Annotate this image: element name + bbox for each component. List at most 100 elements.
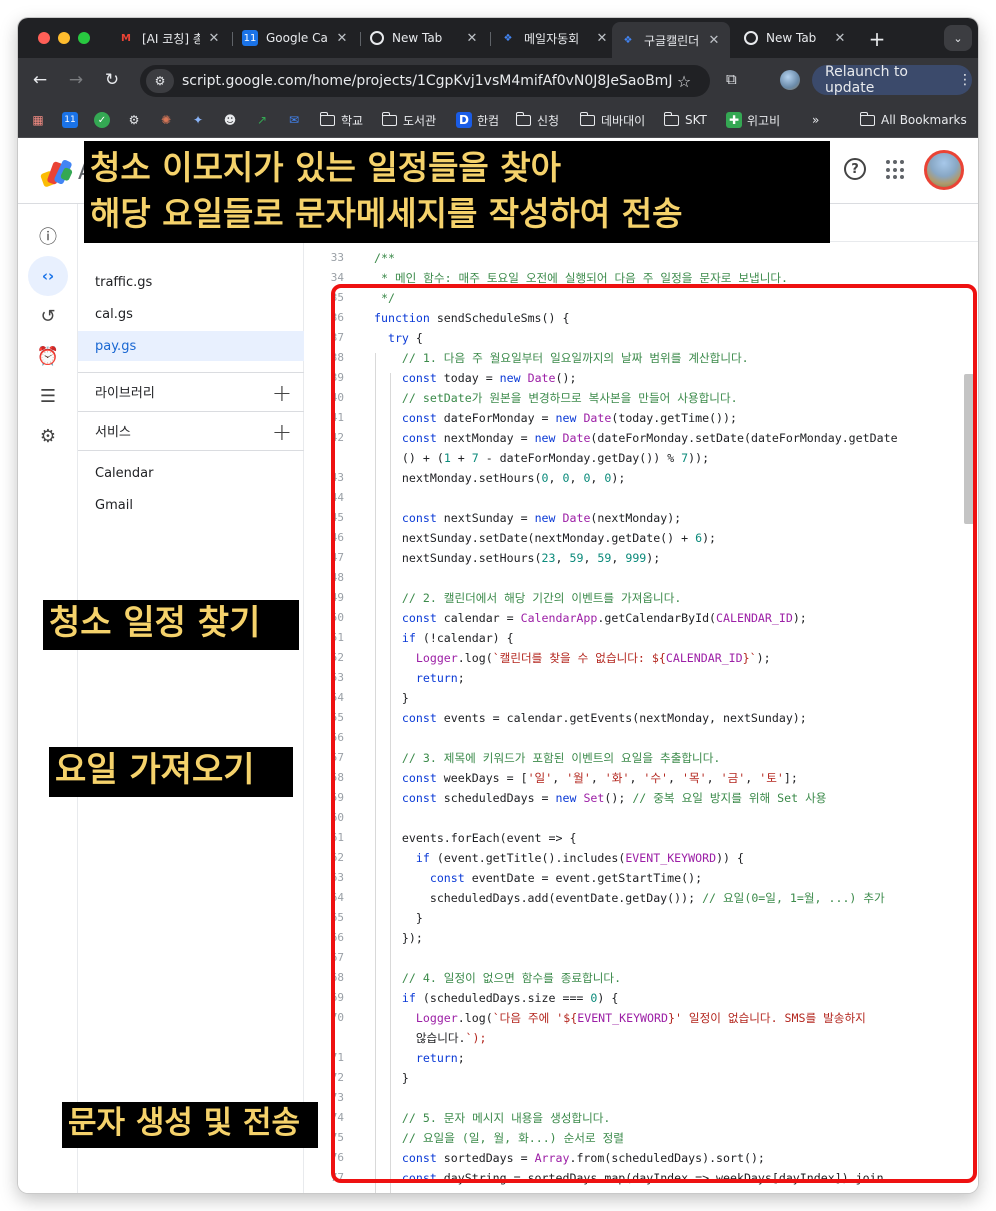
folder-icon: [579, 111, 595, 126]
close-icon[interactable]: ✕: [706, 33, 722, 48]
add-library-icon[interactable]: +: [272, 379, 292, 407]
folder-icon: [663, 111, 679, 126]
close-icon[interactable]: ✕: [464, 31, 480, 46]
url-text[interactable]: script.google.com/home/projects/1CgpKvj1…: [182, 73, 672, 89]
trend-icon: ↗: [256, 113, 268, 127]
add-service-icon[interactable]: +: [272, 418, 292, 446]
caption-get-weekdays: 요일 가져오기: [49, 747, 293, 797]
settings-gear-icon[interactable]: ⚙: [28, 416, 68, 456]
close-icon[interactable]: ✕: [832, 31, 848, 46]
file-item-cal[interactable]: cal.gs: [78, 299, 304, 329]
back-icon[interactable]: ←: [28, 68, 52, 92]
openai-icon: ⚙: [128, 113, 140, 127]
caption-create-send-sms: 문자 생성 및 전송: [62, 1102, 318, 1148]
tab-new-tab-2[interactable]: New Tab ✕: [736, 24, 856, 52]
chrome-icon: [370, 31, 384, 45]
mail-bookmark[interactable]: ✉: [286, 111, 307, 129]
more-vert-icon: ⋮: [958, 72, 972, 88]
calendar-icon: 11: [242, 30, 258, 46]
apps-script-icon: ❖: [503, 32, 513, 44]
file-item-pay[interactable]: pay.gs: [78, 331, 304, 361]
apps-script-icon: ❖: [623, 34, 633, 46]
maximize-window-icon[interactable]: [78, 32, 90, 44]
services-section: 서비스 +: [78, 411, 304, 449]
bookmark-star-icon[interactable]: ☆: [672, 72, 696, 91]
site-info-icon[interactable]: ⚙: [146, 69, 174, 93]
tab-mail-automation[interactable]: ❖ 메일자동회 ✕: [492, 24, 618, 52]
overview-icon[interactable]: ⓘ: [28, 216, 68, 256]
highlight-box: [331, 284, 977, 1183]
folder-icon: [381, 111, 397, 126]
browser-toolbar: ← → ↻ ⚙ script.google.com/home/projects/…: [18, 58, 978, 102]
openai-bookmark[interactable]: ⚙: [126, 111, 147, 129]
apps-grid-icon: ▦: [32, 113, 44, 127]
face-bookmark[interactable]: ☻: [222, 111, 243, 129]
folder-icon: [319, 111, 335, 126]
gmail-icon: M: [121, 32, 131, 44]
close-icon[interactable]: ✕: [334, 31, 350, 46]
history-icon[interactable]: ↺: [28, 296, 68, 336]
apps-grid-bookmark[interactable]: ▦: [30, 111, 51, 129]
code-line[interactable]: 33 /**: [304, 248, 978, 268]
gemini-bookmark[interactable]: ✦: [190, 111, 211, 129]
extensions-icon[interactable]: ⧉: [726, 70, 737, 88]
caption-find-cleaning: 청소 일정 찾기: [43, 600, 299, 650]
help-icon[interactable]: ?: [844, 158, 866, 180]
address-bar[interactable]: ⚙ script.google.com/home/projects/1CgpKv…: [140, 65, 710, 97]
bookmark-hancom[interactable]: D 한컴: [456, 111, 499, 129]
service-calendar[interactable]: Calendar: [95, 466, 153, 481]
bookmark-folder-skt[interactable]: SKT: [663, 111, 707, 129]
check-bookmark[interactable]: ✓: [94, 111, 115, 129]
close-icon[interactable]: ✕: [206, 31, 222, 46]
account-avatar[interactable]: [924, 150, 964, 190]
line-number: 33: [330, 251, 344, 264]
bookmark-folder-library[interactable]: 도서관: [381, 111, 436, 129]
claude-icon: ✺: [160, 113, 172, 127]
code-text[interactable]: /**: [374, 248, 395, 268]
close-window-icon[interactable]: [38, 32, 50, 44]
chrome-icon: [744, 31, 758, 45]
left-nav-rail: ⓘ ‹› ↺ ⏰ ☰ ⚙: [18, 204, 78, 1193]
calendar-bookmark[interactable]: 11: [62, 111, 83, 129]
close-icon[interactable]: ✕: [594, 31, 610, 46]
executions-list-icon[interactable]: ☰: [28, 376, 68, 416]
service-gmail[interactable]: Gmail: [95, 498, 133, 513]
mail-icon: ✉: [288, 113, 300, 127]
profile-avatar-small[interactable]: [780, 70, 800, 90]
tab-google-calendar-script[interactable]: ❖ 구글캘린더 ✕: [612, 22, 730, 58]
bookmark-folder-debadaei[interactable]: 데바대이: [579, 111, 645, 129]
reload-icon[interactable]: ↻: [100, 68, 124, 92]
caption-main: 청소 이모지가 있는 일정들을 찾아 해당 요일들로 문자메세지를 작성하여 전…: [84, 141, 830, 243]
face-icon: ☻: [223, 113, 237, 127]
tab-google-calendar[interactable]: 11 Google Ca ✕: [234, 24, 358, 52]
plus-cross-icon: ✚: [726, 112, 742, 128]
folder-icon: [859, 111, 875, 126]
tab-gmail[interactable]: M [AI 코칭] 총 ✕: [110, 24, 230, 52]
more-bookmarks-icon[interactable]: »: [812, 111, 819, 129]
folder-icon: [515, 111, 531, 126]
editor-code-icon[interactable]: ‹›: [28, 256, 68, 296]
forward-icon[interactable]: →: [64, 68, 88, 92]
apps-script-logo-icon[interactable]: [40, 158, 74, 188]
analytics-bookmark[interactable]: ↗: [254, 111, 275, 129]
libraries-section: 라이브러리 +: [78, 372, 304, 410]
bookmark-folder-school[interactable]: 학교: [319, 111, 363, 129]
tab-new-tab-1[interactable]: New Tab ✕: [362, 24, 488, 52]
minimize-window-icon[interactable]: [58, 32, 70, 44]
calendar-icon: 11: [62, 112, 78, 128]
all-bookmarks[interactable]: All Bookmarks: [859, 111, 967, 129]
bookmark-folder-apply[interactable]: 신청: [515, 111, 559, 129]
tab-strip: M [AI 코칭] 총 ✕ 11 Google Ca ✕ New Tab ✕ ❖…: [18, 18, 978, 58]
tab-search-button[interactable]: ⌄: [944, 25, 972, 51]
relaunch-button[interactable]: Relaunch to update ⋮: [812, 64, 972, 96]
google-apps-icon[interactable]: [886, 160, 906, 180]
new-tab-button[interactable]: +: [866, 27, 888, 51]
claude-bookmark[interactable]: ✺: [158, 111, 179, 129]
check-circle-icon: ✓: [94, 112, 110, 128]
bookmark-wegovy[interactable]: ✚ 위고비: [726, 111, 780, 129]
gemini-icon: ✦: [192, 113, 204, 127]
file-item-traffic[interactable]: traffic.gs: [78, 267, 304, 297]
triggers-alarm-icon[interactable]: ⏰: [28, 336, 68, 376]
hancom-icon: D: [456, 112, 472, 128]
bookmarks-bar: ▦ 11 ✓ ⚙ ✺ ✦ ☻ ↗ ✉ 학교 도서관 D 한컴 신청 데바대이 SK…: [18, 102, 978, 138]
